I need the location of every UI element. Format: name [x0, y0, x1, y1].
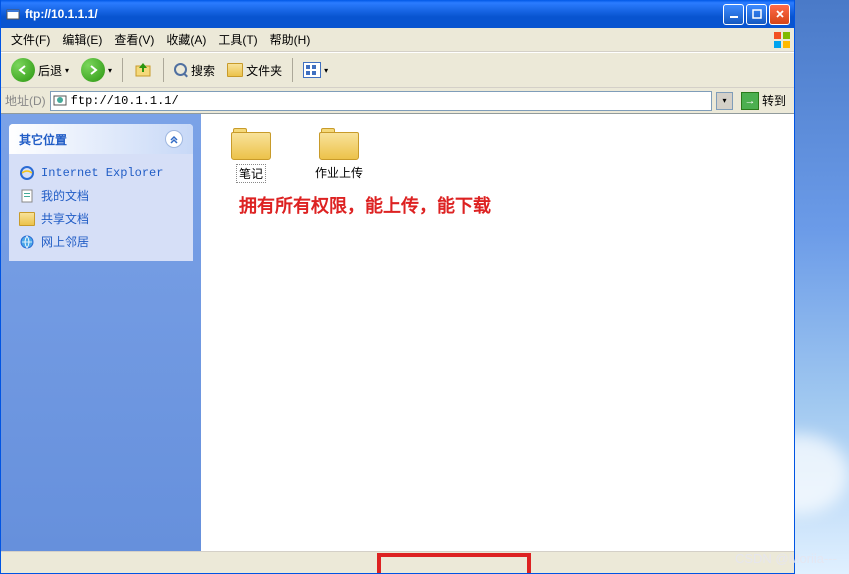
- panel-body: Internet Explorer 我的文档 共享文档 网上邻居: [9, 154, 193, 261]
- search-label: 搜索: [191, 62, 215, 79]
- back-label: 后退: [38, 62, 62, 79]
- explorer-window: ftp://10.1.1.1/ 文件(F) 编辑(E) 查看(V) 收藏(A) …: [0, 0, 795, 574]
- back-dropdown-icon: ▾: [65, 66, 69, 75]
- folder-label: 作业上传: [313, 164, 365, 181]
- views-icon: [303, 62, 321, 78]
- up-button[interactable]: [129, 57, 157, 84]
- go-label: 转到: [762, 92, 786, 109]
- go-button[interactable]: → 转到: [737, 91, 790, 111]
- panel-title: 其它位置: [19, 131, 67, 148]
- ie-icon: [19, 165, 35, 181]
- folders-button[interactable]: 文件夹: [223, 60, 286, 81]
- window-buttons: [723, 4, 790, 25]
- maximize-button[interactable]: [746, 4, 767, 25]
- toolbar-separator: [122, 58, 123, 82]
- annotation-red-box: [377, 553, 531, 573]
- folders-row: 笔记 作业上传: [219, 126, 776, 183]
- menubar: 文件(F) 编辑(E) 查看(V) 收藏(A) 工具(T) 帮助(H): [1, 28, 794, 52]
- annotation-text: 拥有所有权限，能上传，能下载: [239, 192, 491, 218]
- panel-header[interactable]: 其它位置: [9, 124, 193, 154]
- folder-label: 笔记: [236, 164, 266, 183]
- folder-item[interactable]: 作业上传: [307, 126, 371, 183]
- folder-icon: [227, 63, 243, 77]
- watermark: CSDN @Moriia---: [735, 551, 837, 566]
- go-arrow-icon: →: [741, 92, 759, 110]
- views-dropdown-icon: ▾: [324, 66, 328, 75]
- address-label: 地址(D): [5, 92, 46, 109]
- sidebar-link-mydocs[interactable]: 我的文档: [19, 184, 183, 207]
- folder-icon: [231, 126, 271, 160]
- content-area: 其它位置 Internet Explorer 我的文档: [1, 114, 794, 551]
- mydocs-icon: [19, 188, 35, 204]
- sidebar-link-shared[interactable]: 共享文档: [19, 207, 183, 230]
- close-button[interactable]: [769, 4, 790, 25]
- address-input-wrap[interactable]: [50, 91, 712, 111]
- window-title: ftp://10.1.1.1/: [25, 7, 723, 21]
- sidebar-link-network[interactable]: 网上邻居: [19, 230, 183, 253]
- minimize-button[interactable]: [723, 4, 744, 25]
- windows-flag-icon: [772, 30, 792, 50]
- folder-icon: [319, 126, 359, 160]
- sidebar-link-label: 网上邻居: [41, 233, 89, 250]
- address-icon: [53, 93, 69, 109]
- toolbar-separator: [163, 58, 164, 82]
- folder-item[interactable]: 笔记: [219, 126, 283, 183]
- search-icon: [174, 63, 188, 77]
- menu-file[interactable]: 文件(F): [5, 29, 56, 50]
- toolbar-separator: [292, 58, 293, 82]
- menu-help[interactable]: 帮助(H): [264, 29, 317, 50]
- network-icon: [19, 234, 35, 250]
- file-pane[interactable]: 笔记 作业上传 拥有所有权限，能上传，能下载: [201, 114, 794, 551]
- address-input[interactable]: [71, 94, 709, 108]
- search-button[interactable]: 搜索: [170, 60, 219, 81]
- window-icon: [5, 6, 21, 22]
- addressbar: 地址(D) ▾ → 转到: [1, 88, 794, 114]
- menu-edit[interactable]: 编辑(E): [56, 29, 108, 50]
- folders-label: 文件夹: [246, 62, 282, 79]
- views-button[interactable]: ▾: [299, 60, 332, 80]
- shared-icon: [19, 211, 35, 227]
- sidebar: 其它位置 Internet Explorer 我的文档: [1, 114, 201, 551]
- sidebar-link-label: Internet Explorer: [41, 166, 163, 180]
- up-folder-icon: [133, 59, 153, 82]
- toolbar: 后退 ▾ ▾ 搜索 文件夹 ▾: [1, 52, 794, 88]
- address-dropdown[interactable]: ▾: [716, 92, 733, 110]
- back-button[interactable]: 后退 ▾: [7, 56, 73, 84]
- sidebar-link-ie[interactable]: Internet Explorer: [19, 162, 183, 184]
- forward-button[interactable]: ▾: [77, 56, 116, 84]
- menu-favorites[interactable]: 收藏(A): [160, 29, 212, 50]
- sidebar-link-label: 我的文档: [41, 187, 89, 204]
- titlebar[interactable]: ftp://10.1.1.1/: [1, 0, 794, 28]
- forward-dropdown-icon: ▾: [108, 66, 112, 75]
- back-icon: [11, 58, 35, 82]
- menu-tools[interactable]: 工具(T): [212, 29, 263, 50]
- other-places-panel: 其它位置 Internet Explorer 我的文档: [9, 124, 193, 261]
- menu-view[interactable]: 查看(V): [108, 29, 160, 50]
- sidebar-link-label: 共享文档: [41, 210, 89, 227]
- collapse-icon[interactable]: [165, 130, 183, 148]
- forward-icon: [81, 58, 105, 82]
